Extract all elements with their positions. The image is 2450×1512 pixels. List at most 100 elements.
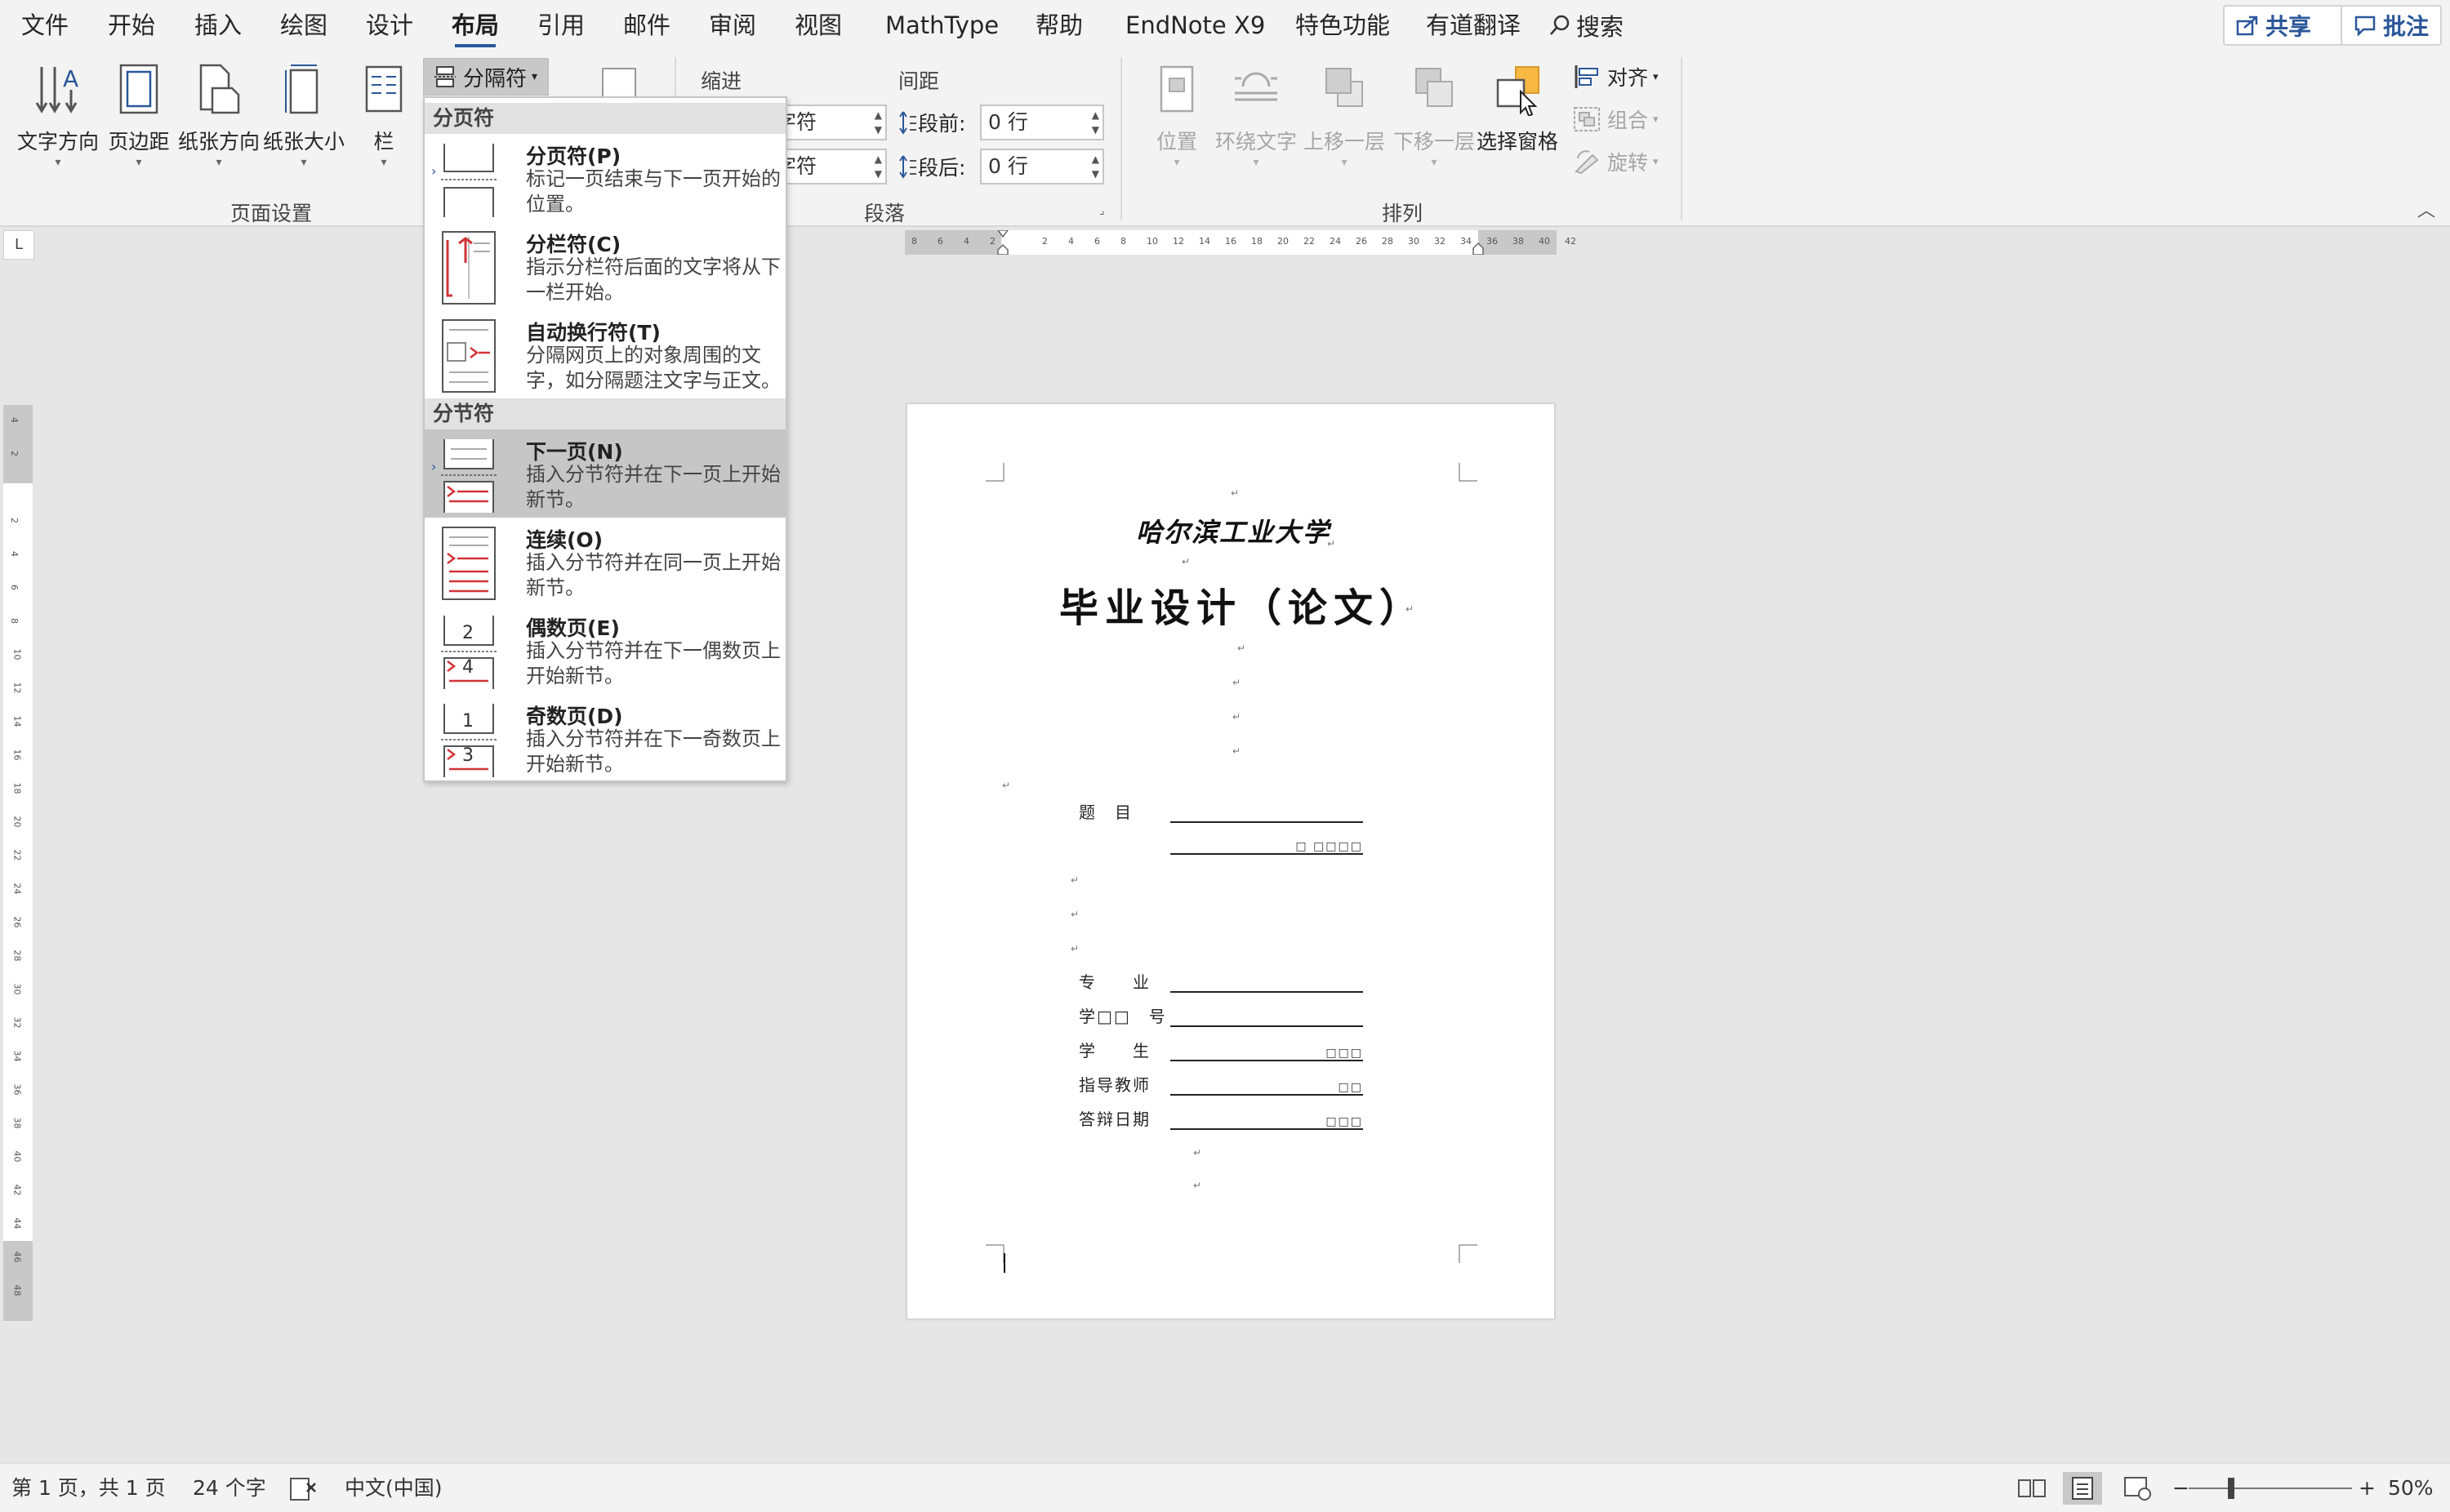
read-mode-button[interactable] (2012, 1472, 2051, 1505)
collapse-ribbon-icon[interactable]: ︿ (2417, 196, 2435, 222)
orientation-button[interactable]: 纸张方向 ▾ (178, 62, 260, 168)
spin-arrows-icon[interactable]: ▲ ▼ (1092, 108, 1099, 137)
tab-view[interactable]: 视图 (795, 0, 842, 51)
ruler-tick-label: 8 (911, 236, 917, 247)
rotate-button[interactable]: 旋转 ▾ (1573, 147, 1659, 176)
tab-references[interactable]: 引用 (537, 0, 585, 51)
zoom-slider[interactable] (2189, 1464, 2352, 1512)
language-status[interactable]: 中文(中国) (345, 1464, 443, 1512)
search-box[interactable]: 搜索 (1548, 0, 1624, 51)
tab-endnote[interactable]: EndNote X9 (1125, 0, 1265, 51)
spin-arrows-icon[interactable]: ▲ ▼ (875, 108, 882, 137)
text-direction-button[interactable]: A 文字方向 ▾ (15, 62, 101, 168)
odd-page-item[interactable]: 1 3 奇数页(D) 插入分节符并在下一奇数页上开始新节。 (425, 694, 786, 782)
zoom-out-button[interactable]: − (2172, 1464, 2189, 1512)
field-label: 学□□ 号 (1079, 1007, 1167, 1026)
next-page-icon (441, 439, 497, 513)
breaks-dropdown-menu: 分页符 › 分页符(P) 标记一页结束与下一页开始的位置。 分栏符(C) 指示分… (423, 96, 787, 782)
field-label: 题 目 (1079, 803, 1133, 822)
field-value[interactable]: □□□ (1170, 1040, 1363, 1061)
zoom-thumb[interactable] (2228, 1478, 2234, 1499)
tab-file[interactable]: 文件 (21, 0, 69, 51)
paragraph-mark: ↵ (1232, 677, 1241, 688)
indent-marker-icon[interactable] (996, 230, 1009, 255)
field-value[interactable]: □□ (1170, 1074, 1363, 1096)
page-count[interactable]: 第 1 页，共 1 页 (11, 1464, 166, 1512)
dialog-launcher-icon[interactable]: ⌟ (1099, 204, 1105, 217)
space-after-icon (899, 155, 916, 179)
ruler-tick-label: 8 (9, 618, 20, 624)
margins-button[interactable]: 页边距 ▾ (106, 62, 172, 168)
columns-button[interactable]: 栏 ▾ (359, 62, 408, 168)
tab-home[interactable]: 开始 (108, 0, 155, 51)
comments-button[interactable]: 批注 (2341, 5, 2442, 46)
web-layout-button[interactable] (2118, 1472, 2158, 1505)
even-page-item[interactable]: 2 4 偶数页(E) 插入分节符并在下一偶数页上开始新节。 (425, 606, 786, 694)
field-value[interactable] (1170, 1006, 1363, 1027)
spin-arrows-icon[interactable]: ▲ ▼ (875, 152, 882, 181)
continuous-icon (442, 527, 496, 600)
tab-special[interactable]: 特色功能 (1295, 0, 1390, 51)
tab-help[interactable]: 帮助 (1036, 0, 1083, 51)
ruler-tick-label: 32 (1434, 236, 1446, 247)
continuous-item[interactable]: 连续(O) 插入分节符并在同一页上开始新节。 (425, 518, 786, 606)
field-value[interactable]: □ □□□□ (1170, 834, 1363, 855)
crop-mark-icon (1459, 463, 1477, 482)
tab-design[interactable]: 设计 (366, 0, 413, 51)
wrap-text-button[interactable]: 环绕文字 ▾ (1212, 62, 1300, 168)
position-button[interactable]: 位置 ▾ (1150, 62, 1204, 168)
bring-forward-button[interactable]: 上移一层 ▾ (1302, 62, 1387, 168)
tab-draw[interactable]: 绘图 (280, 0, 327, 51)
tab-mathtype[interactable]: MathType (885, 0, 999, 51)
position-icon (1160, 65, 1194, 113)
tab-insert[interactable]: 插入 (194, 0, 242, 51)
tab-review[interactable]: 审阅 (709, 0, 756, 51)
send-backward-button[interactable]: 下移一层 ▾ (1392, 62, 1477, 168)
share-button[interactable]: 共享 (2223, 5, 2344, 46)
word-count[interactable]: 24 个字 (193, 1464, 266, 1512)
spin-arrows-icon[interactable]: ▲ ▼ (1092, 152, 1099, 181)
tab-layout[interactable]: 布局 (452, 0, 499, 51)
field-value[interactable] (1170, 972, 1363, 993)
document-page[interactable]: ↵ 哈尔滨工业大学 ↵ ↵ 毕业设计（论文） ↵ ↵ ↵ ↵ ↵ ↵ 题 目 □… (906, 403, 1555, 1319)
text-wrapping-break-item[interactable]: 自动换行符(T) 分隔网页上的对象周围的文字，如分隔题注文字与正文。 (425, 310, 786, 398)
breaks-button[interactable]: 分隔符 ▾ (423, 58, 549, 96)
ruler-tick-label: 30 (11, 983, 23, 995)
column-break-item[interactable]: 分栏符(C) 指示分栏符后面的文字将从下一栏开始。 (425, 222, 786, 310)
vertical-ruler[interactable]: 4 2 2 4 6 8 10 12 14 16 18 20 22 24 26 28 30 32 34 36 38 40 42… (3, 405, 33, 1321)
right-indent-marker-icon[interactable] (1472, 242, 1485, 255)
space-after-input[interactable]: 0 行 ▲ ▼ (980, 149, 1104, 185)
size-button[interactable]: 纸张大小 ▾ (263, 62, 345, 168)
ruler-tick-label: 42 (1565, 236, 1576, 247)
print-layout-button[interactable] (2063, 1472, 2102, 1505)
zoom-in-button[interactable]: + (2359, 1464, 2376, 1512)
page-break-item[interactable]: › 分页符(P) 标记一页结束与下一页开始的位置。 (425, 134, 786, 222)
group-icon (1574, 107, 1600, 131)
group-button[interactable]: 组合 ▾ (1573, 105, 1659, 134)
selection-pane-button[interactable]: 选择窗格 (1475, 62, 1560, 155)
chevron-right-icon: › (431, 163, 437, 179)
align-button[interactable]: 对齐 ▾ (1573, 62, 1659, 91)
field-value[interactable]: □□□ (1170, 1109, 1363, 1130)
field-value[interactable] (1170, 802, 1363, 823)
zoom-level[interactable]: 50% (2388, 1464, 2434, 1512)
tab-youdao[interactable]: 有道翻译 (1426, 0, 1521, 51)
proofing-status[interactable] (289, 1464, 317, 1512)
tab-selector[interactable]: L (3, 230, 34, 260)
crop-mark-icon (986, 463, 1004, 482)
text-cursor (1004, 1253, 1005, 1273)
chevron-down-icon: ▾ (136, 156, 142, 169)
space-before-input[interactable]: 0 行 ▲ ▼ (980, 105, 1104, 140)
next-page-item[interactable]: › 下一页(N) 插入分节符并在下一页上开始新节。 (425, 429, 786, 518)
section-breaks-header: 分节符 (425, 398, 786, 429)
tab-mailings[interactable]: 邮件 (623, 0, 670, 51)
columns-label: 栏 (373, 130, 394, 153)
space-after-label: 段后: (898, 152, 965, 181)
menu-item-desc: 插入分节符并在同一页上开始新节。 (526, 551, 781, 599)
ruler-tick-label: 34 (1460, 236, 1472, 247)
horizontal-ruler[interactable]: 8 6 4 2 2 4 6 8 10 12 14 16 18 20 22 24 26 28 30 32 34 36 38 40… (905, 230, 1576, 255)
menu-item-title: 分栏符(C) (526, 233, 621, 256)
ruler-tick-label: 48 (11, 1284, 23, 1296)
menu-item-title: 连续(O) (526, 528, 604, 552)
paragraph-mark: ↵ (1231, 487, 1240, 499)
